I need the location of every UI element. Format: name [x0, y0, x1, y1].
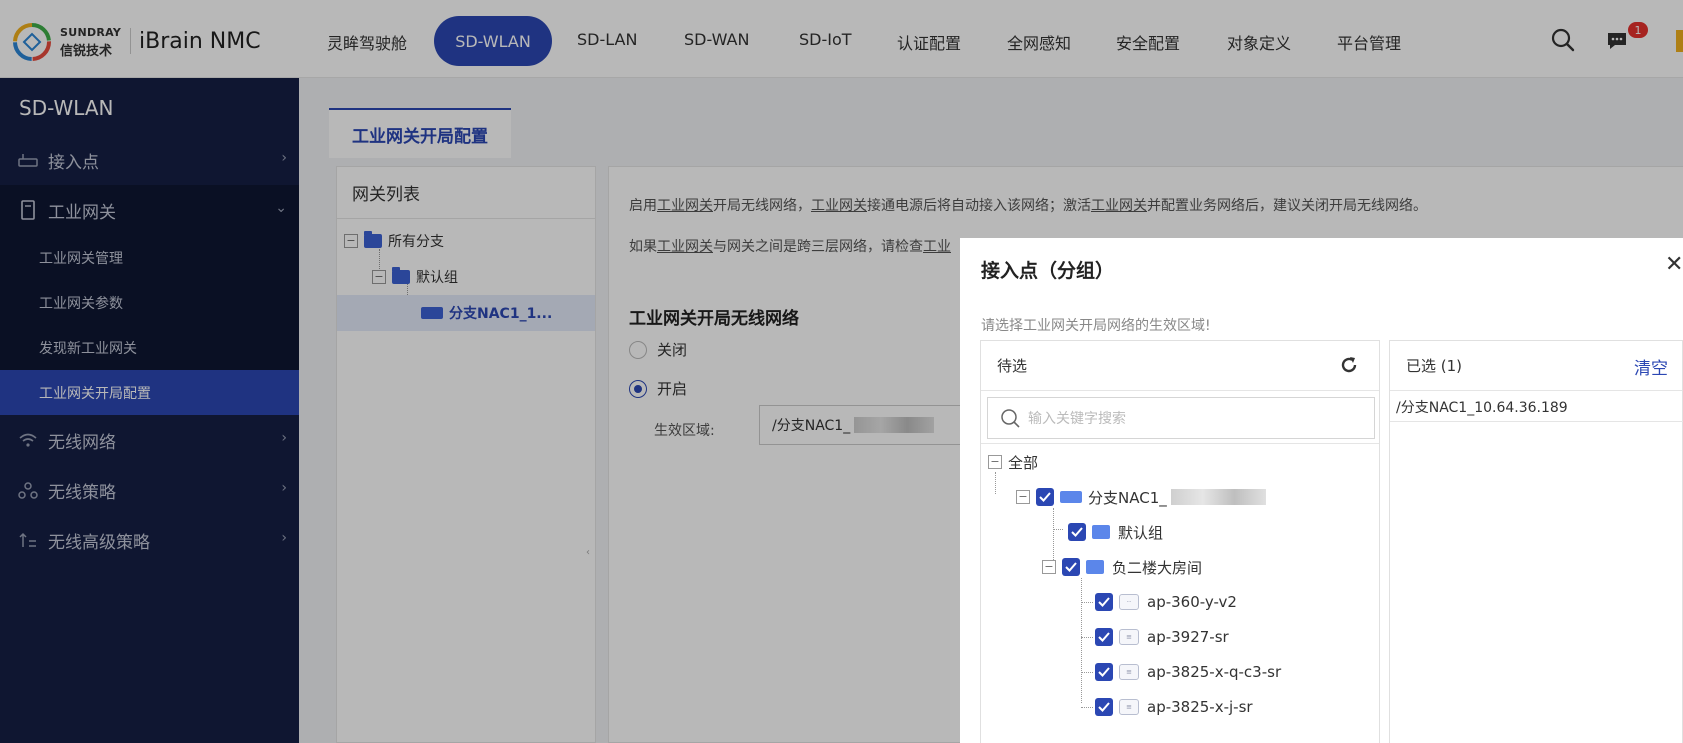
access-point-icon: ≡ — [1119, 664, 1139, 680]
tree-node-ap[interactable]: ≡ ap-3927-sr — [1095, 622, 1229, 652]
tree-node-label: ap-3825-x-j-sr — [1147, 698, 1253, 716]
tree-connector — [1081, 637, 1093, 638]
candidate-panel: 待选 输入关键字搜索 − 全部 − 分支NAC1_ 默认组 − 负二楼大房间 ·… — [980, 340, 1380, 743]
collapse-icon[interactable]: − — [1042, 560, 1056, 574]
tree-connector — [1081, 672, 1093, 673]
tree-node-label: ap-3825-x-q-c3-sr — [1147, 663, 1282, 681]
refresh-icon[interactable] — [1339, 355, 1359, 375]
checkbox-checked[interactable] — [1095, 663, 1113, 681]
tree-node-label: 默认组 — [1118, 523, 1164, 542]
selected-header-label: 已选 (1) — [1406, 357, 1463, 375]
checkbox-checked[interactable] — [1095, 698, 1113, 716]
tree-node-label: ap-360-y-v2 — [1147, 593, 1237, 611]
tree-connector — [1053, 529, 1063, 530]
tree-node-label: 负二楼大房间 — [1112, 558, 1203, 577]
collapse-icon[interactable]: − — [1016, 490, 1030, 504]
group-folder-icon — [1086, 560, 1104, 574]
tree-node-b2-room[interactable]: − 负二楼大房间 — [1042, 552, 1202, 582]
tree-connector — [1081, 578, 1082, 703]
access-point-icon: ≡ — [1119, 629, 1139, 645]
clear-button[interactable]: 清空 — [1634, 354, 1668, 379]
access-point-icon: ≡ — [1119, 699, 1139, 715]
tree-node-default-group[interactable]: 默认组 — [1068, 517, 1163, 547]
checkbox-checked[interactable] — [1062, 558, 1080, 576]
checkbox-checked[interactable] — [1095, 593, 1113, 611]
group-folder-icon — [1092, 525, 1110, 539]
candidate-header-label: 待选 — [997, 357, 1028, 375]
divider — [1390, 421, 1683, 422]
dialog-hint: 请选择工业网关开局网络的生效区域! — [981, 318, 1211, 334]
dialog-title: 接入点（分组） — [981, 260, 1115, 282]
access-point-icon: ·· — [1119, 594, 1139, 610]
selected-panel: 已选 (1) 清空 /分支NAC1_10.64.36.189 — [1389, 340, 1683, 743]
checkbox-checked[interactable] — [1036, 488, 1054, 506]
checkbox-checked[interactable] — [1068, 523, 1086, 541]
tree-node-label: 全部 — [1008, 453, 1039, 472]
select-area-dialog: 接入点（分组） ✕ 请选择工业网关开局网络的生效区域! 待选 输入关键字搜索 −… — [960, 238, 1683, 743]
redacted-text — [1170, 489, 1266, 505]
checkbox-checked[interactable] — [1095, 628, 1113, 646]
tree-node-ap[interactable]: ·· ap-360-y-v2 — [1095, 587, 1237, 617]
tree-node-label: 分支NAC1_ — [1088, 488, 1167, 507]
tree-node-all[interactable]: − 全部 — [988, 447, 1038, 477]
candidate-header: 待选 — [981, 341, 1379, 391]
close-icon[interactable]: ✕ — [1665, 252, 1683, 277]
search-icon — [1001, 409, 1020, 428]
tree-node-ap[interactable]: ≡ ap-3825-x-q-c3-sr — [1095, 657, 1281, 687]
tree-connector — [1081, 707, 1093, 708]
tree-connector — [1081, 602, 1093, 603]
gateway-device-icon — [1060, 491, 1082, 503]
tree-node-label: ap-3927-sr — [1147, 628, 1229, 646]
search-input[interactable]: 输入关键字搜索 — [987, 397, 1375, 439]
selected-header: 已选 (1) 清空 — [1390, 341, 1682, 391]
collapse-icon[interactable]: − — [988, 455, 1002, 469]
selected-item[interactable]: /分支NAC1_10.64.36.189 — [1396, 397, 1568, 417]
tree-node-ap[interactable]: ≡ ap-3825-x-j-sr — [1095, 692, 1253, 722]
divider — [981, 443, 1379, 444]
tree-node-branch[interactable]: − 分支NAC1_ — [1016, 482, 1266, 512]
search-placeholder: 输入关键字搜索 — [1028, 411, 1126, 427]
